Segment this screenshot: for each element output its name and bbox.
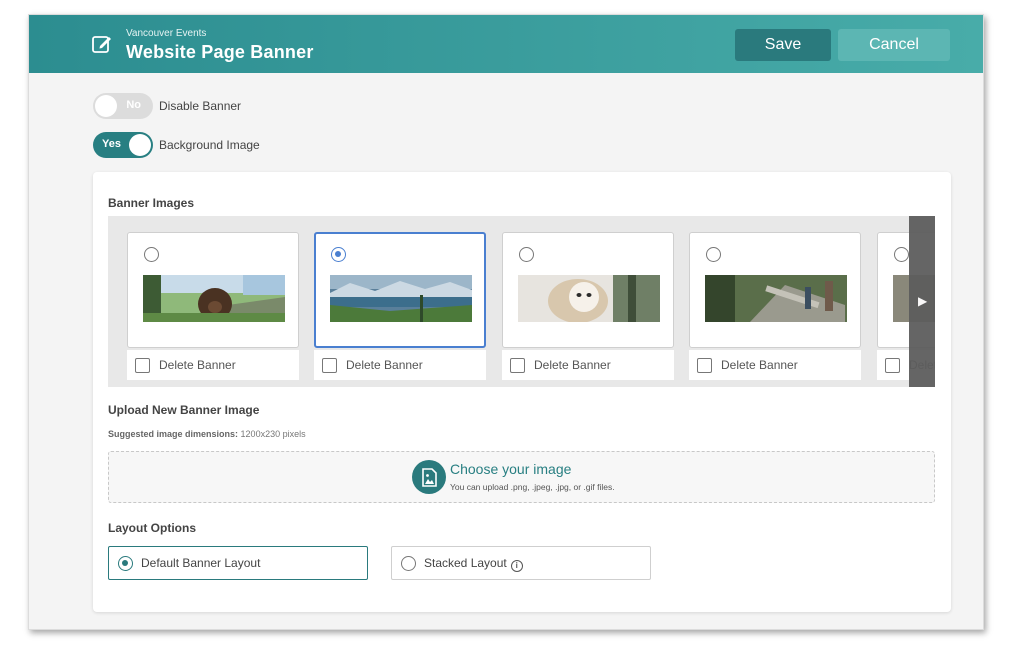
delete-banner-row: Delete Banner [502,350,674,380]
delete-banner-label: Delete Banner [346,358,423,372]
delete-banner-row: Delete Banner [314,350,486,380]
banner-tile: Delete Banner [689,232,861,380]
dimension-hint: Suggested image dimensions: 1200x230 pix… [108,429,306,439]
delete-banner-checkbox[interactable] [510,358,525,373]
delete-banner-row: Delete Banner [689,350,861,380]
disable-banner-label: Disable Banner [159,99,242,113]
upload-title: Upload New Banner Image [108,403,260,417]
banner-tile: Delete Banner [314,232,486,380]
banner-thumbnail [143,275,285,322]
banner-thumbnail [705,275,847,322]
toggle-knob [129,134,151,156]
banner-thumbnail [518,275,660,322]
toggle-state-label: Yes [102,138,121,150]
delete-banner-checkbox[interactable] [697,358,712,373]
page-title: Website Page Banner [126,42,314,62]
save-button[interactable]: Save [735,29,831,61]
edit-icon [92,36,111,53]
default-layout-label: Default Banner Layout [141,556,261,570]
editor-window: Vancouver Events Website Page Banner Sav… [28,14,984,630]
delete-banner-label: Delete Banner [534,358,611,372]
upload-formats-text: You can upload .png, .jpeg, .jpg, or .gi… [450,482,615,492]
stacked-layout-radio[interactable] [401,556,416,571]
default-layout-option[interactable]: Default Banner Layout [108,546,368,580]
banner-option[interactable] [689,232,861,348]
delete-banner-label: Delete Banner [159,358,236,372]
delete-banner-checkbox[interactable] [135,358,150,373]
disable-banner-toggle[interactable]: No [93,93,153,119]
banner-settings-card: Banner Images Delete Banner Delete Banne… [93,172,951,612]
dimension-hint-value: 1200x230 pixels [240,429,306,439]
cancel-button[interactable]: Cancel [838,29,950,61]
upload-dropzone[interactable]: Choose your image You can upload .png, .… [108,451,935,503]
banner-tile: Delete Banner [127,232,299,380]
banner-radio[interactable] [519,247,534,262]
banner-radio[interactable] [894,247,909,262]
choose-image-link[interactable]: Choose your image [450,461,571,477]
banner-tile: Delete Banner [502,232,674,380]
stacked-layout-option[interactable]: Stacked Layout i [391,546,651,580]
banner-option[interactable] [314,232,486,348]
image-upload-icon [412,460,446,494]
info-icon[interactable]: i [510,560,523,572]
delete-banner-row: Delete Banner [127,350,299,380]
stacked-layout-label: Stacked Layout [424,556,507,570]
banner-radio[interactable] [706,247,721,262]
background-image-label: Background Image [159,138,260,152]
banner-radio[interactable] [144,247,159,262]
banner-option[interactable] [127,232,299,348]
org-name: Vancouver Events [126,28,207,39]
banner-thumbnail [330,275,472,322]
background-image-toggle[interactable]: Yes [93,132,153,158]
chevron-right-icon: ▶ [918,294,928,308]
banner-carousel: Delete Banner Delete Banner Delete Banne… [108,216,935,387]
stacked-layout-label-wrap: Stacked Layout i [424,556,523,572]
banner-images-title: Banner Images [108,196,195,210]
default-layout-radio[interactable] [118,556,133,571]
header-bar: Vancouver Events Website Page Banner Sav… [29,15,983,73]
banner-option[interactable] [502,232,674,348]
dimension-hint-label: Suggested image dimensions: [108,429,239,439]
delete-banner-checkbox[interactable] [885,358,900,373]
carousel-next-button[interactable]: ▶ [909,216,935,387]
banner-radio[interactable] [331,247,346,262]
toggle-state-label: No [126,99,141,111]
delete-banner-label: Delete Banner [721,358,798,372]
layout-options-title: Layout Options [108,521,196,535]
delete-banner-checkbox[interactable] [322,358,337,373]
toggle-knob [95,95,117,117]
